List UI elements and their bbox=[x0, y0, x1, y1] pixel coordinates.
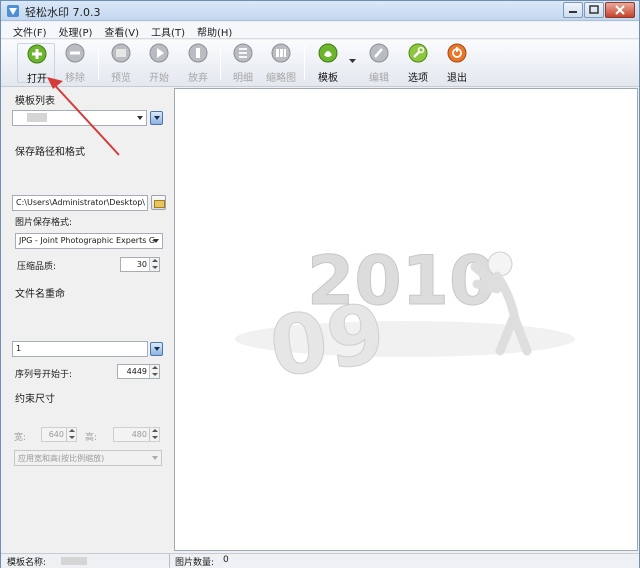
template-label: 模板 bbox=[318, 73, 338, 84]
details-label: 明细 bbox=[233, 73, 253, 84]
chevron-down-icon bbox=[152, 456, 158, 460]
options-label: 选项 bbox=[408, 73, 428, 84]
sequence-start-value: 4449 bbox=[126, 367, 147, 376]
minimize-button[interactable] bbox=[563, 2, 583, 18]
abort-button[interactable]: 放弃 bbox=[179, 43, 217, 84]
exit-label: 退出 bbox=[447, 73, 467, 84]
rename-section-label: 文件名重命 bbox=[15, 289, 65, 300]
minimize-icon bbox=[569, 11, 577, 13]
template-dropdown-icon[interactable] bbox=[349, 59, 356, 64]
sequence-start-label: 序列号开始于: bbox=[15, 370, 73, 380]
quality-label: 压缩品质: bbox=[17, 262, 57, 272]
template-name-label: 模板名称: bbox=[7, 558, 47, 568]
stepper-arrows-icon[interactable] bbox=[149, 428, 159, 441]
resize-mode-value: 应用宽和高(按比例缩放) bbox=[18, 454, 105, 463]
chevron-down-icon bbox=[153, 239, 159, 243]
template-icon bbox=[318, 43, 338, 63]
preview-area: 2010 09 bbox=[174, 88, 638, 551]
exit-icon bbox=[447, 43, 467, 63]
maximize-icon bbox=[589, 5, 599, 14]
annotation-arrow-icon bbox=[47, 77, 120, 156]
height-stepper[interactable]: 480 bbox=[113, 427, 160, 442]
quality-value: 30 bbox=[136, 260, 147, 269]
rename-options-button[interactable] bbox=[150, 342, 163, 356]
menu-view[interactable]: 查看(V) bbox=[98, 22, 145, 39]
menu-file[interactable]: 文件(F) bbox=[7, 22, 53, 39]
rename-input[interactable]: 1 bbox=[12, 341, 148, 357]
thumbnail-button[interactable]: 缩略图 bbox=[262, 43, 300, 84]
close-button[interactable] bbox=[605, 2, 635, 18]
toolbar-separator bbox=[304, 46, 305, 80]
sequence-start-stepper[interactable]: 4449 bbox=[117, 364, 160, 379]
image-count-value: 0 bbox=[223, 555, 229, 565]
blurred-template-status bbox=[61, 557, 87, 565]
browse-folder-button[interactable] bbox=[151, 195, 166, 210]
menu-bar: 文件(F) 处理(P) 查看(V) 工具(T) 帮助(H) bbox=[1, 22, 639, 39]
width-label: 宽: bbox=[14, 433, 27, 443]
edit-label: 编辑 bbox=[369, 73, 389, 84]
preview-icon bbox=[111, 43, 131, 63]
width-value: 640 bbox=[48, 430, 64, 439]
details-icon bbox=[233, 43, 253, 63]
image-format-select[interactable]: JPG - Joint Photographic Experts G bbox=[15, 233, 163, 249]
close-icon bbox=[615, 5, 625, 15]
chevron-down-icon bbox=[137, 116, 143, 120]
thumbnail-label: 缩略图 bbox=[266, 73, 296, 84]
height-label: 高: bbox=[85, 433, 98, 443]
maximize-button[interactable] bbox=[584, 2, 604, 18]
menu-tools[interactable]: 工具(T) bbox=[145, 22, 191, 39]
details-button[interactable]: 明细 bbox=[224, 43, 262, 84]
stepper-arrows-icon[interactable] bbox=[66, 428, 76, 441]
start-label: 开始 bbox=[149, 73, 169, 84]
quality-stepper[interactable]: 30 bbox=[120, 257, 160, 272]
window-controls bbox=[562, 2, 635, 20]
template-button[interactable]: 模板 bbox=[309, 43, 347, 84]
title-bar: 轻松水印 7.0.3 bbox=[1, 1, 639, 21]
remove-icon bbox=[65, 43, 85, 63]
status-divider bbox=[169, 554, 170, 568]
abort-label: 放弃 bbox=[188, 73, 208, 84]
resize-mode-select[interactable]: 应用宽和高(按比例缩放) bbox=[14, 450, 162, 466]
save-path-input[interactable]: C:\Users\Administrator\Desktop\ bbox=[12, 195, 148, 211]
status-bar: 模板名称: 图片数量: 0 bbox=[1, 553, 639, 568]
stepper-arrows-icon[interactable] bbox=[149, 258, 159, 271]
exit-button[interactable]: 退出 bbox=[438, 43, 476, 84]
stepper-arrows-icon[interactable] bbox=[149, 365, 159, 378]
toolbar-separator bbox=[220, 46, 221, 80]
menu-process[interactable]: 处理(P) bbox=[53, 22, 99, 39]
stop-icon bbox=[188, 43, 208, 63]
image-format-value: JPG - Joint Photographic Experts G bbox=[19, 236, 156, 245]
thumbnail-icon bbox=[271, 43, 291, 63]
image-format-label: 图片保存格式: bbox=[15, 218, 73, 228]
play-icon bbox=[149, 43, 169, 63]
wrench-icon bbox=[408, 43, 428, 63]
image-count-label: 图片数量: bbox=[175, 558, 215, 568]
add-icon bbox=[27, 44, 47, 64]
menu-help[interactable]: 帮助(H) bbox=[191, 22, 238, 39]
window-title: 轻松水印 7.0.3 bbox=[25, 6, 101, 19]
app-window: 轻松水印 7.0.3 文件(F) 处理(P) 查看(V) 工具(T) 帮助(H)… bbox=[0, 0, 640, 568]
year-bottom-digits: 09 bbox=[264, 286, 390, 396]
app-logo-icon bbox=[7, 5, 19, 17]
height-value: 480 bbox=[131, 430, 147, 439]
preview-image: 2010 09 bbox=[235, 242, 575, 397]
edit-button[interactable]: 编辑 bbox=[360, 43, 398, 84]
options-button[interactable]: 选项 bbox=[399, 43, 437, 84]
constrain-size-label: 约束尺寸 bbox=[15, 394, 55, 405]
start-button[interactable]: 开始 bbox=[140, 43, 178, 84]
width-stepper[interactable]: 640 bbox=[41, 427, 77, 442]
template-options-button[interactable] bbox=[150, 111, 163, 125]
edit-icon bbox=[369, 43, 389, 63]
